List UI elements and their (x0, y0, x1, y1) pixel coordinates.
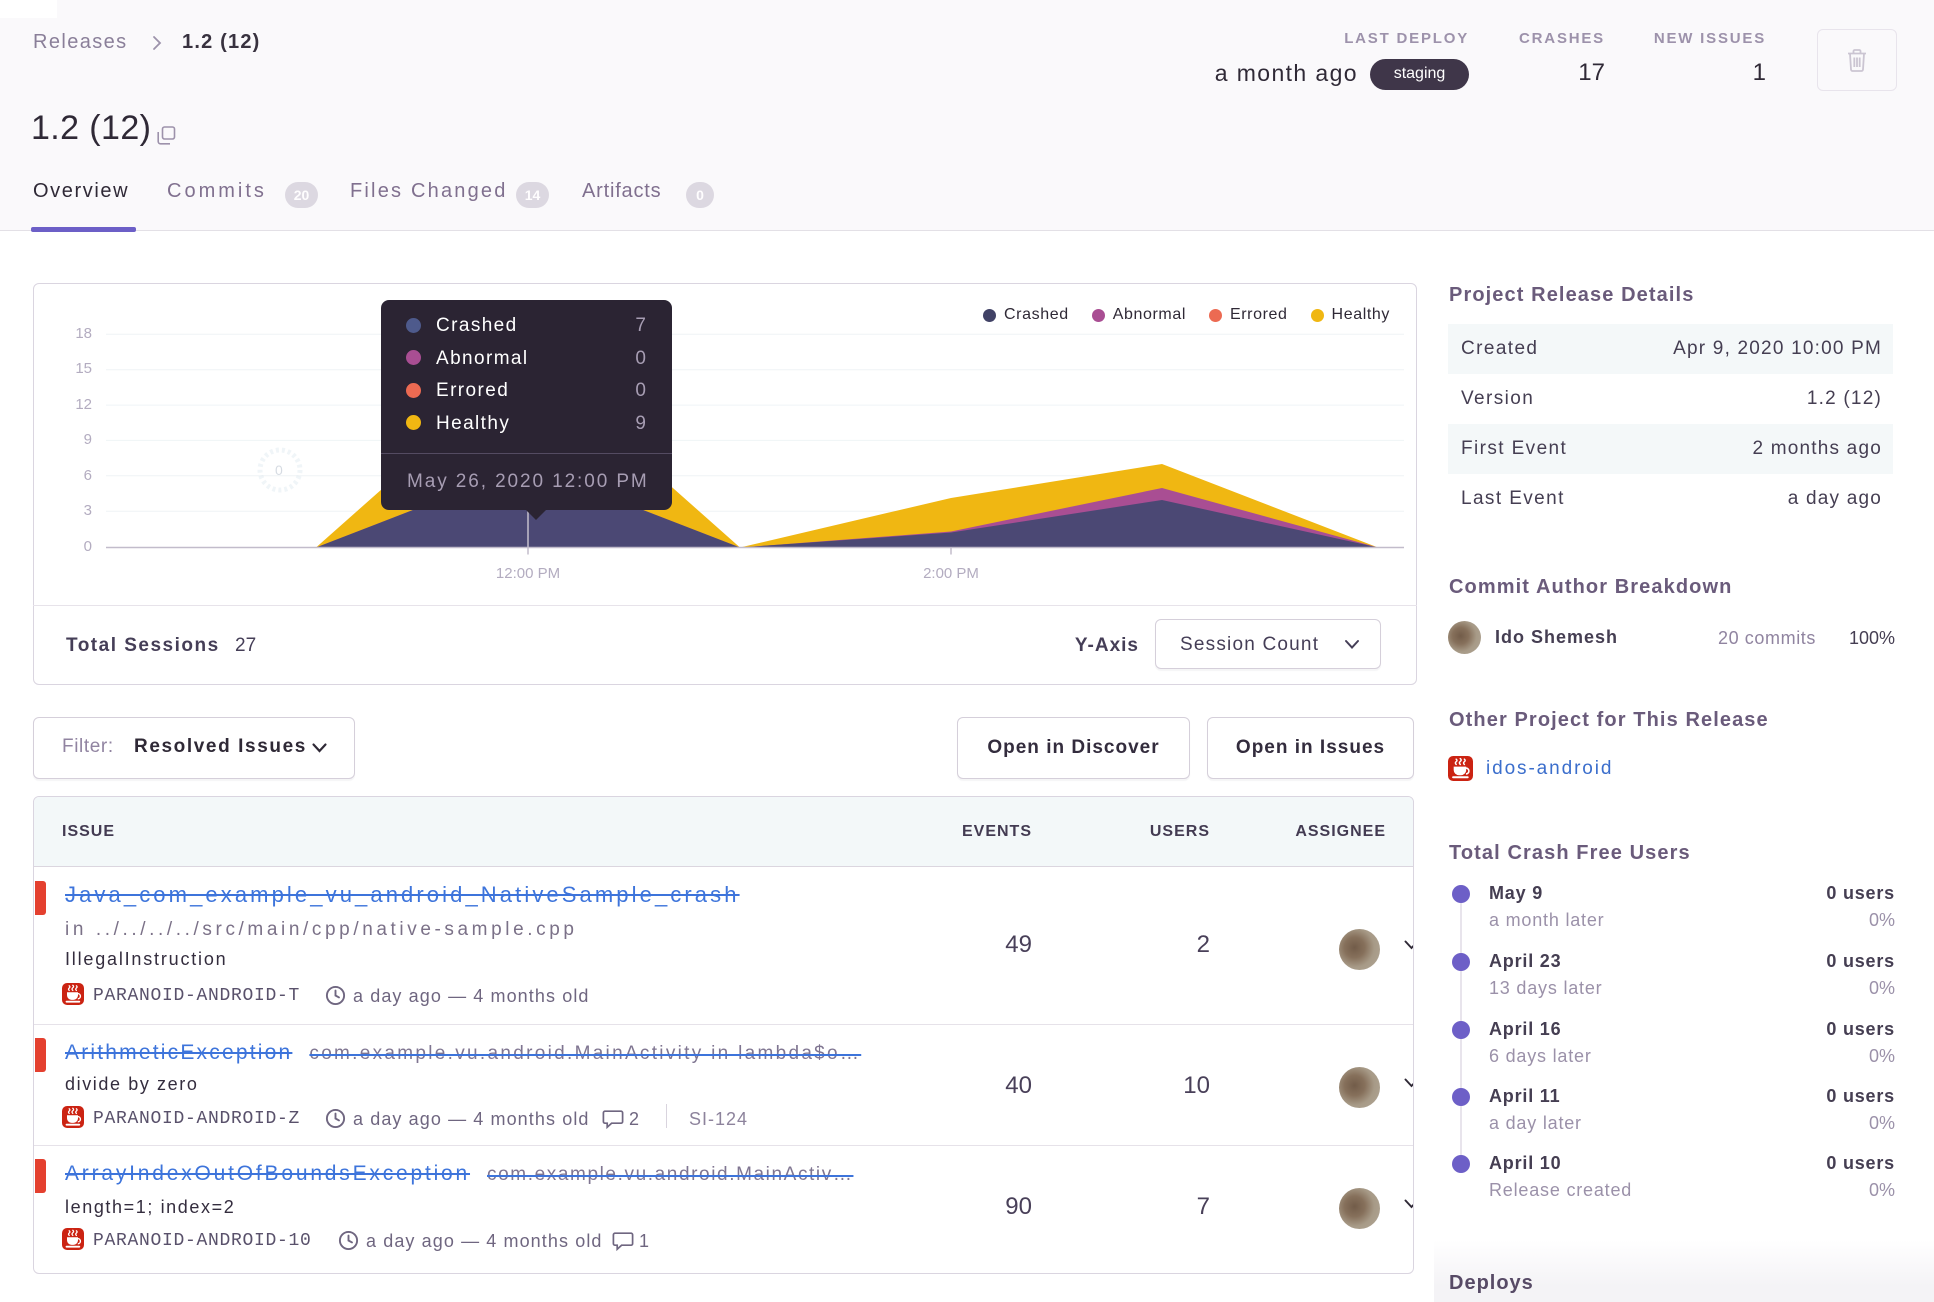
svg-text:0: 0 (275, 462, 283, 478)
